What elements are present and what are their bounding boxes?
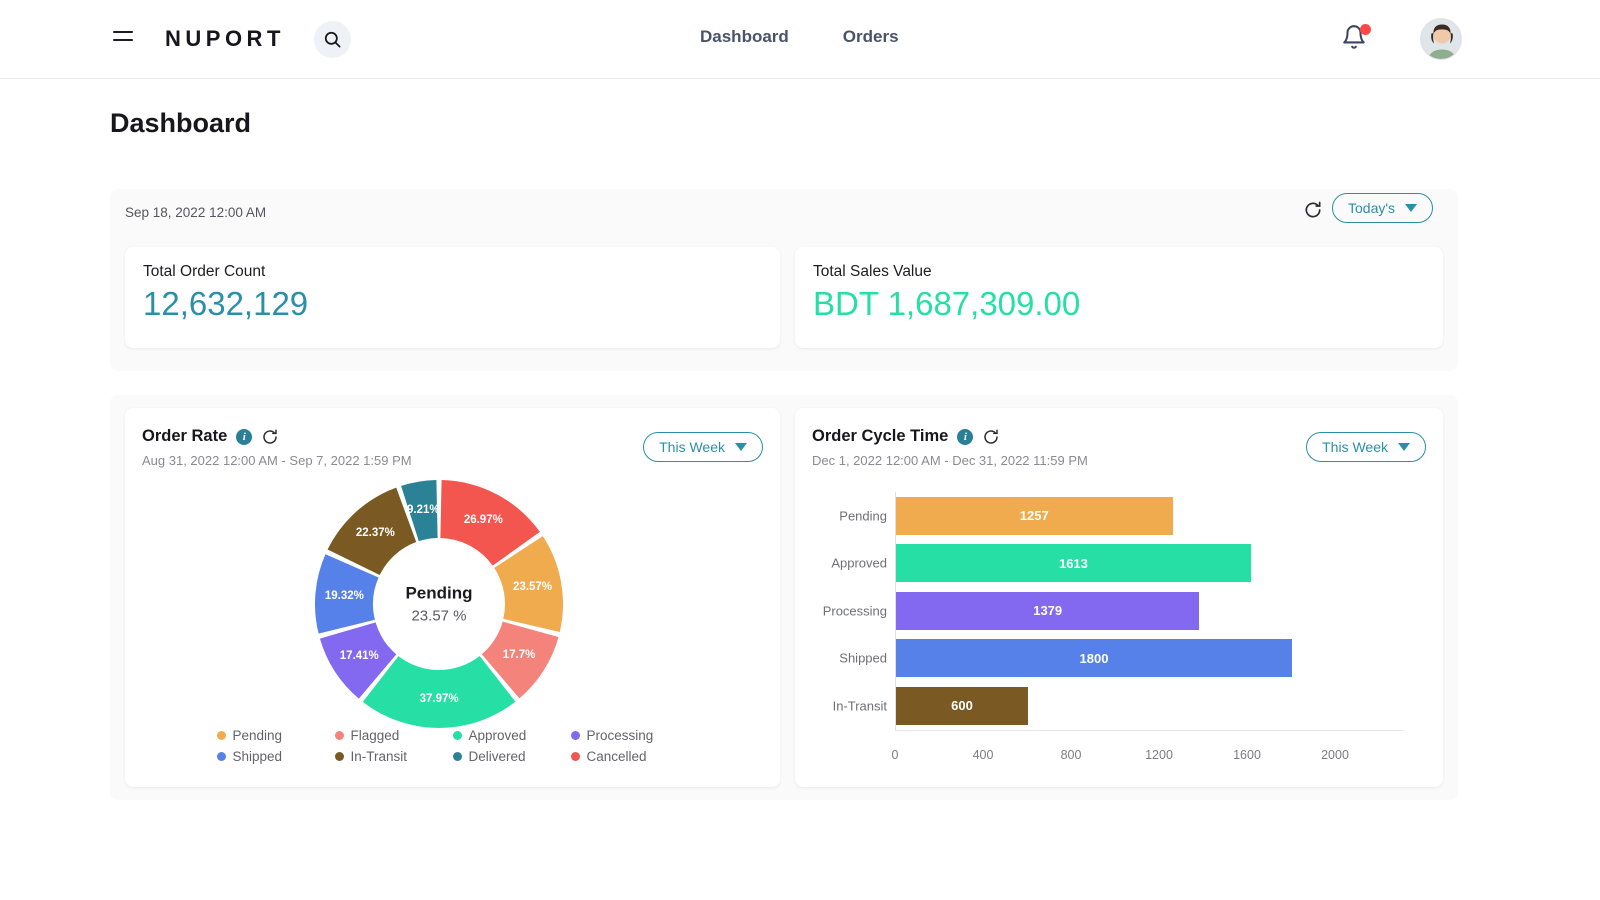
x-axis-tick: 800 [1060, 747, 1082, 762]
donut-legend: Pending Flagged Approved Processing Shipped… [142, 728, 763, 770]
x-axis-tick: 400 [972, 747, 994, 762]
order-rate-donut-chart[interactable]: Pending 23.57 % 26.97% 23.57% 17.7% 37.97% 1… [315, 480, 563, 728]
order-rate-card: Order Rate i Aug 31, 2022 12:00 AM - Sep… [125, 408, 780, 787]
x-axis-line [895, 729, 1403, 731]
legend-color-dot [334, 731, 344, 740]
refresh-icon[interactable] [261, 428, 279, 446]
legend-row: Shipped In-Transit Delivered Cancelled [142, 749, 763, 764]
legend-label: Processing [586, 728, 654, 743]
legend-item-approved[interactable]: Approved [452, 728, 571, 743]
legend-item-cancelled[interactable]: Cancelled [570, 749, 689, 764]
stat-value: BDT 1,687,309.00 [813, 285, 1081, 322]
x-axis-tick: 0 [891, 747, 899, 762]
stat-label: Total Order Count [143, 263, 266, 280]
summary-panel: Sep 18, 2022 12:00 AM Today's Total Orde… [110, 189, 1458, 371]
nav-link-orders[interactable]: Orders [843, 27, 899, 47]
x-axis-tick: 2000 [1321, 747, 1349, 762]
notifications-bell-icon[interactable] [1341, 24, 1371, 54]
legend-label: In-Transit [350, 749, 408, 764]
legend-color-dot [570, 731, 580, 740]
summary-date-label: Sep 18, 2022 12:00 AM [125, 205, 267, 220]
donut-center-value: 23.57 % [411, 607, 467, 625]
chevron-down-icon [1398, 443, 1410, 451]
info-icon[interactable]: i [236, 428, 253, 445]
bar-pending[interactable]: 1257 [896, 496, 1173, 535]
legend-label: Flagged [350, 728, 400, 743]
refresh-icon[interactable] [982, 428, 1000, 446]
order-rate-header: Order Rate i [142, 427, 279, 446]
order-cycle-range-filter-label: This Week [1322, 439, 1388, 455]
legend-color-dot [570, 752, 580, 761]
legend-item-processing[interactable]: Processing [570, 728, 689, 743]
bar-category-label: Pending [839, 508, 887, 524]
hamburger-menu-icon[interactable] [113, 31, 133, 43]
legend-label: Shipped [232, 749, 283, 764]
bar-approved[interactable]: 1613 [896, 544, 1251, 583]
bar-shipped[interactable]: 1800 [896, 639, 1292, 678]
legend-label: Pending [232, 728, 283, 743]
legend-color-dot [452, 731, 462, 740]
bar-in-transit[interactable]: 600 [896, 686, 1028, 725]
bar-processing[interactable]: 1379 [896, 591, 1200, 630]
order-cycle-range-filter[interactable]: This Week [1306, 432, 1426, 462]
bar-category-label: Processing [822, 603, 887, 619]
legend-item-pending[interactable]: Pending [216, 728, 335, 743]
nav-link-dashboard[interactable]: Dashboard [700, 27, 789, 47]
donut-center-category: Pending [405, 583, 473, 603]
legend-label: Delivered [468, 749, 526, 764]
order-cycle-time-card: Order Cycle Time i Dec 1, 2022 12:00 AM … [795, 408, 1443, 787]
avatar-image [1421, 19, 1461, 59]
charts-panel: Order Rate i Aug 31, 2022 12:00 AM - Sep… [110, 395, 1458, 800]
order-rate-range-filter[interactable]: This Week [643, 432, 763, 462]
card-title: Order Rate [142, 427, 228, 445]
main-nav: Dashboard Orders [700, 27, 899, 47]
x-axis-tick: 1600 [1233, 747, 1261, 762]
user-avatar[interactable] [1420, 18, 1462, 60]
order-cycle-bar-chart[interactable]: Pending 1257 Approved 1613 Processing 1379 Shi… [795, 480, 1443, 780]
info-icon[interactable]: i [957, 428, 974, 445]
refresh-glyph [984, 429, 999, 444]
legend-row: Pending Flagged Approved Processing [142, 728, 763, 743]
refresh-glyph [263, 429, 278, 444]
bar-category-label: In-Transit [832, 698, 887, 714]
order-cycle-date-range: Dec 1, 2022 12:00 AM - Dec 31, 2022 11:5… [812, 453, 1088, 468]
notification-badge-dot [1360, 24, 1371, 35]
bar-category-label: Approved [831, 555, 887, 571]
brand-logo[interactable]: NUPORT [165, 26, 285, 52]
legend-item-flagged[interactable]: Flagged [334, 728, 453, 743]
order-rate-date-range: Aug 31, 2022 12:00 AM - Sep 7, 2022 1:59… [142, 453, 412, 468]
date-range-filter-label: Today's [1348, 200, 1396, 216]
legend-label: Cancelled [586, 749, 647, 764]
refresh-icon[interactable] [1303, 200, 1323, 220]
legend-color-dot [216, 731, 226, 740]
legend-label: Approved [468, 728, 527, 743]
legend-color-dot [216, 752, 226, 761]
stat-label: Total Sales Value [813, 263, 932, 280]
date-range-filter-todays[interactable]: Today's [1332, 193, 1434, 223]
legend-item-delivered[interactable]: Delivered [452, 749, 571, 764]
hamburger-line [113, 31, 133, 33]
refresh-glyph [1305, 201, 1321, 218]
chevron-down-icon [735, 443, 747, 451]
stat-value: 12,632,129 [143, 285, 309, 322]
page-title: Dashboard [110, 108, 252, 138]
stat-card-total-order-count: Total Order Count 12,632,129 [125, 247, 780, 348]
hamburger-line [113, 39, 133, 41]
chevron-down-icon [1405, 204, 1418, 212]
order-rate-range-filter-label: This Week [659, 439, 725, 455]
top-navigation-bar: NUPORT Dashboard Orders [0, 0, 1600, 79]
legend-item-in-transit[interactable]: In-Transit [334, 749, 453, 764]
stat-card-total-sales-value: Total Sales Value BDT 1,687,309.00 [795, 247, 1443, 348]
x-axis-tick: 1200 [1145, 747, 1173, 762]
legend-item-shipped[interactable]: Shipped [216, 749, 335, 764]
search-glyph [324, 31, 341, 48]
legend-color-dot [334, 752, 344, 761]
donut-center-label: Pending 23.57 % [374, 584, 504, 625]
order-cycle-header: Order Cycle Time i [812, 427, 1000, 446]
card-title: Order Cycle Time [812, 427, 949, 445]
bar-category-label: Shipped [839, 650, 887, 666]
search-icon[interactable] [314, 21, 351, 58]
legend-color-dot [452, 752, 462, 761]
